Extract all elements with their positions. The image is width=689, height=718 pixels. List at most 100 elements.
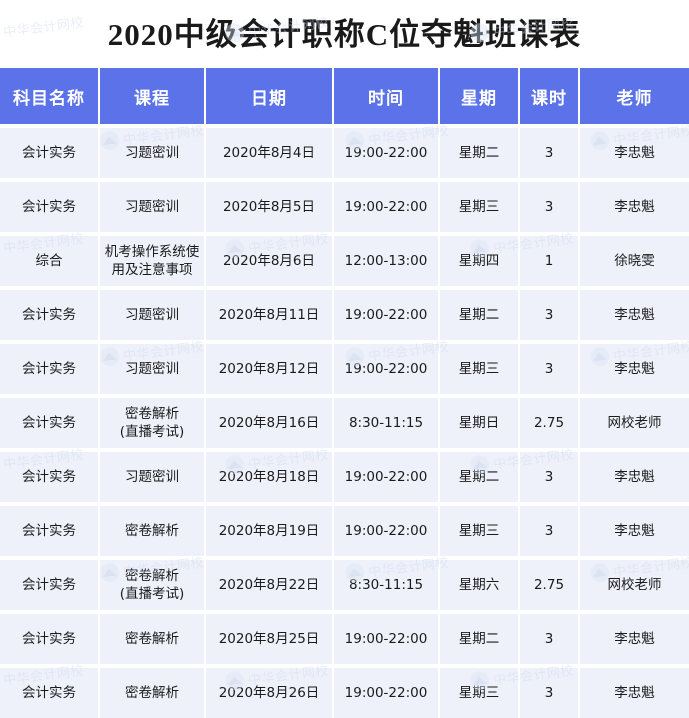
cell-hours: 3	[520, 614, 580, 668]
cell-course-line2: (直播考试)	[102, 423, 202, 441]
cell-course-line1: 机考操作系统使	[102, 243, 202, 261]
cell-hours: 3	[520, 128, 580, 182]
table-header: 科目名称 课程 日期 时间 星期 课时 老师	[0, 68, 689, 128]
cell-hours: 1	[520, 236, 580, 290]
cell-course: 习题密训	[100, 290, 206, 344]
cell-teacher: 徐晓雯	[580, 236, 689, 290]
cell-hours: 3	[520, 668, 580, 718]
cell-teacher: 李忠魁	[580, 668, 689, 718]
cell-teacher: 李忠魁	[580, 128, 689, 182]
column-header-time: 时间	[334, 68, 440, 128]
cell-subject: 会计实务	[0, 128, 100, 182]
table-row: 会计实务密卷解析(直播考试)2020年8月22日8:30-11:15星期六2.7…	[0, 560, 689, 614]
cell-date: 2020年8月11日	[206, 290, 334, 344]
cell-weekday: 星期六	[440, 560, 520, 614]
schedule-page: 2020中级会计职称C位夺魁班课表 科目名称 课程 日期 时间 星期 课时 老师…	[0, 0, 689, 691]
cell-course-line2: 用及注意事项	[102, 261, 202, 279]
cell-course: 习题密训	[100, 344, 206, 398]
cell-hours: 3	[520, 290, 580, 344]
cell-course: 密卷解析	[100, 614, 206, 668]
cell-weekday: 星期三	[440, 506, 520, 560]
cell-date: 2020年8月12日	[206, 344, 334, 398]
cell-hours: 2.75	[520, 560, 580, 614]
cell-subject: 综合	[0, 236, 100, 290]
course-schedule-table: 科目名称 课程 日期 时间 星期 课时 老师 会计实务习题密训2020年8月4日…	[0, 68, 689, 718]
cell-weekday: 星期三	[440, 668, 520, 718]
cell-teacher: 李忠魁	[580, 506, 689, 560]
cell-teacher: 网校老师	[580, 398, 689, 452]
table-row: 会计实务密卷解析(直播考试)2020年8月16日8:30-11:15星期日2.7…	[0, 398, 689, 452]
cell-subject: 会计实务	[0, 452, 100, 506]
table-body: 会计实务习题密训2020年8月4日19:00-22:00星期二3李忠魁会计实务习…	[0, 128, 689, 718]
table-row: 会计实务习题密训2020年8月4日19:00-22:00星期二3李忠魁	[0, 128, 689, 182]
cell-weekday: 星期二	[440, 614, 520, 668]
column-header-date: 日期	[206, 68, 334, 128]
table-row: 会计实务密卷解析2020年8月25日19:00-22:00星期二3李忠魁	[0, 614, 689, 668]
cell-time: 19:00-22:00	[334, 506, 440, 560]
column-header-teacher: 老师	[580, 68, 689, 128]
cell-course: 密卷解析	[100, 506, 206, 560]
cell-course-line1: 密卷解析	[102, 405, 202, 423]
cell-course: 习题密训	[100, 182, 206, 236]
cell-subject: 会计实务	[0, 182, 100, 236]
cell-time: 19:00-22:00	[334, 344, 440, 398]
cell-time: 8:30-11:15	[334, 560, 440, 614]
cell-course-line2: (直播考试)	[102, 585, 202, 603]
cell-date: 2020年8月5日	[206, 182, 334, 236]
cell-subject: 会计实务	[0, 344, 100, 398]
cell-date: 2020年8月6日	[206, 236, 334, 290]
cell-teacher: 网校老师	[580, 560, 689, 614]
cell-subject: 会计实务	[0, 614, 100, 668]
cell-date: 2020年8月19日	[206, 506, 334, 560]
cell-weekday: 星期日	[440, 398, 520, 452]
cell-course: 密卷解析(直播考试)	[100, 560, 206, 614]
column-header-subject: 科目名称	[0, 68, 100, 128]
cell-teacher: 李忠魁	[580, 614, 689, 668]
cell-subject: 会计实务	[0, 290, 100, 344]
cell-date: 2020年8月4日	[206, 128, 334, 182]
cell-date: 2020年8月22日	[206, 560, 334, 614]
cell-time: 19:00-22:00	[334, 452, 440, 506]
cell-weekday: 星期二	[440, 452, 520, 506]
cell-course: 机考操作系统使用及注意事项	[100, 236, 206, 290]
table-row: 综合机考操作系统使用及注意事项2020年8月6日12:00-13:00星期四1徐…	[0, 236, 689, 290]
cell-time: 19:00-22:00	[334, 290, 440, 344]
table-row: 会计实务习题密训2020年8月5日19:00-22:00星期三3李忠魁	[0, 182, 689, 236]
cell-date: 2020年8月18日	[206, 452, 334, 506]
cell-time: 19:00-22:00	[334, 128, 440, 182]
cell-course: 密卷解析	[100, 668, 206, 718]
cell-date: 2020年8月25日	[206, 614, 334, 668]
column-header-hours: 课时	[520, 68, 580, 128]
table-row: 会计实务密卷解析2020年8月19日19:00-22:00星期三3李忠魁	[0, 506, 689, 560]
cell-subject: 会计实务	[0, 668, 100, 718]
title-bar: 2020中级会计职称C位夺魁班课表	[0, 0, 689, 68]
table-header-row: 科目名称 课程 日期 时间 星期 课时 老师	[0, 68, 689, 128]
cell-teacher: 李忠魁	[580, 182, 689, 236]
cell-weekday: 星期四	[440, 236, 520, 290]
cell-teacher: 李忠魁	[580, 290, 689, 344]
cell-weekday: 星期三	[440, 344, 520, 398]
cell-hours: 3	[520, 506, 580, 560]
cell-time: 12:00-13:00	[334, 236, 440, 290]
cell-subject: 会计实务	[0, 560, 100, 614]
cell-course: 习题密训	[100, 452, 206, 506]
page-title: 2020中级会计职称C位夺魁班课表	[108, 19, 581, 50]
cell-course: 密卷解析(直播考试)	[100, 398, 206, 452]
table-row: 会计实务习题密训2020年8月12日19:00-22:00星期三3李忠魁	[0, 344, 689, 398]
cell-time: 19:00-22:00	[334, 182, 440, 236]
cell-weekday: 星期二	[440, 290, 520, 344]
cell-teacher: 李忠魁	[580, 452, 689, 506]
cell-course: 习题密训	[100, 128, 206, 182]
cell-subject: 会计实务	[0, 506, 100, 560]
cell-date: 2020年8月26日	[206, 668, 334, 718]
table-row: 会计实务习题密训2020年8月18日19:00-22:00星期二3李忠魁	[0, 452, 689, 506]
cell-weekday: 星期二	[440, 128, 520, 182]
cell-hours: 3	[520, 452, 580, 506]
cell-time: 8:30-11:15	[334, 398, 440, 452]
cell-course-line1: 密卷解析	[102, 567, 202, 585]
cell-subject: 会计实务	[0, 398, 100, 452]
table-row: 会计实务习题密训2020年8月11日19:00-22:00星期二3李忠魁	[0, 290, 689, 344]
column-header-weekday: 星期	[440, 68, 520, 128]
table-row: 会计实务密卷解析2020年8月26日19:00-22:00星期三3李忠魁	[0, 668, 689, 718]
cell-time: 19:00-22:00	[334, 614, 440, 668]
